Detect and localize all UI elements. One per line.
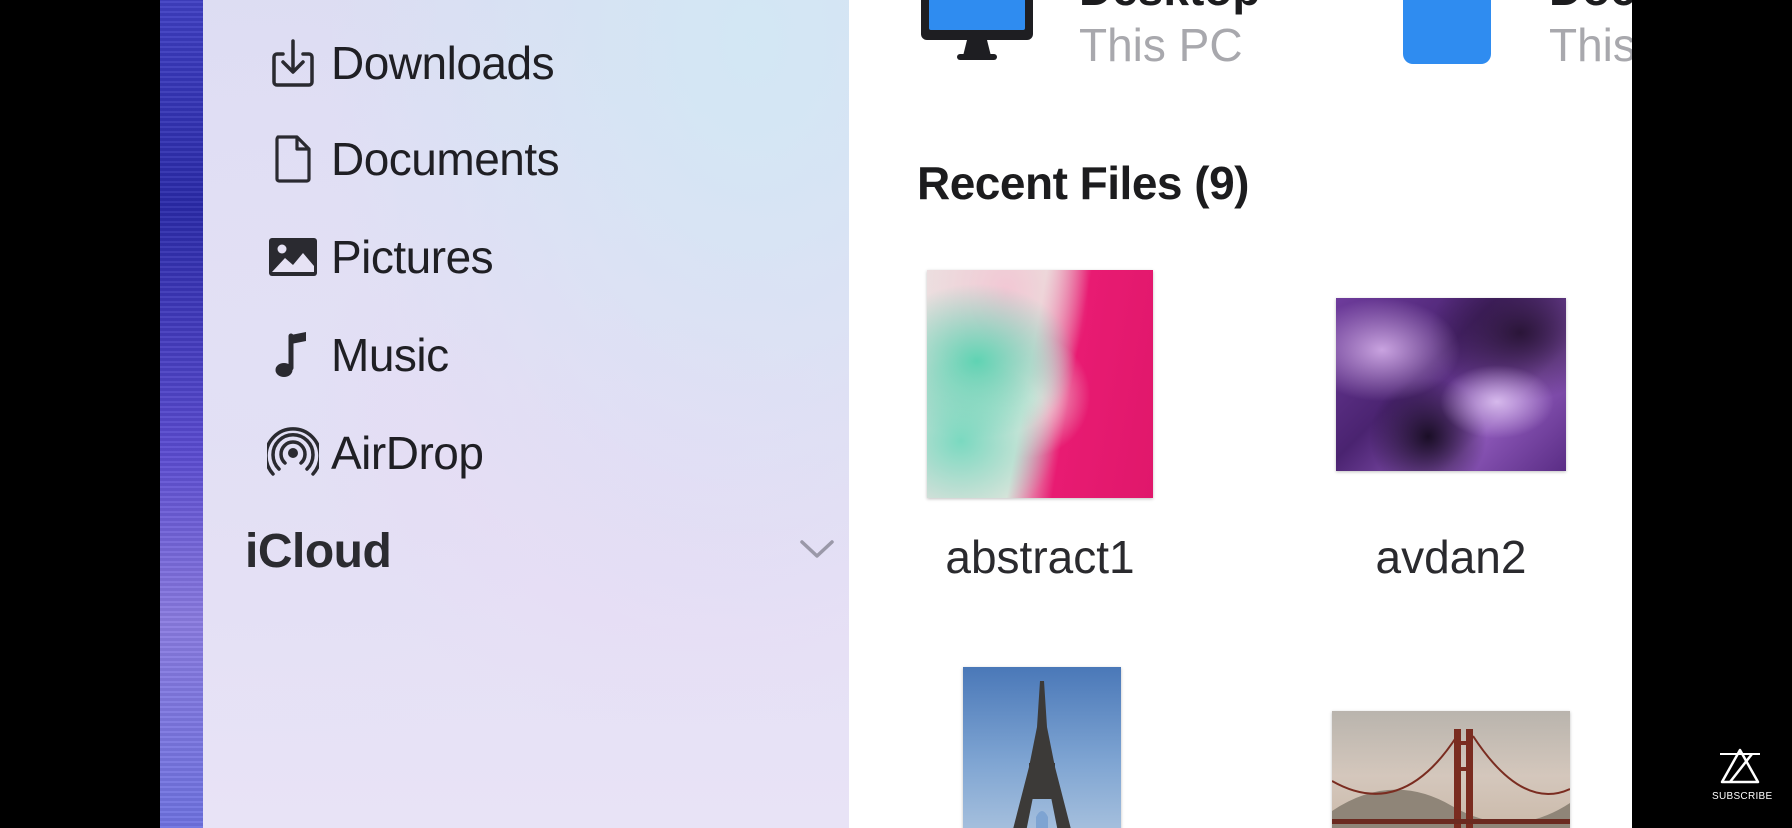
sidebar-item-label: Pictures <box>331 231 494 283</box>
subscribe-watermark[interactable]: SUBSCRIBE <box>1712 748 1773 808</box>
file-tile[interactable]: abstract1 <box>927 270 1187 590</box>
thumbnail-image <box>963 667 1121 828</box>
sidebar-item-documents[interactable]: Documents <box>265 124 560 194</box>
channel-logo-icon <box>1720 748 1760 784</box>
location-documents[interactable]: Documents This PC <box>1403 0 1632 80</box>
file-name: abstract1 <box>945 531 1135 583</box>
sidebar-item-label: Music <box>331 329 449 381</box>
sidebar-item-downloads[interactable]: Downloads <box>265 28 555 98</box>
location-desktop[interactable]: Desktop This PC <box>919 0 1319 80</box>
photo-icon <box>265 229 321 285</box>
wallpaper-strip <box>160 0 203 828</box>
eiffel-tower-icon <box>1013 681 1071 828</box>
sidebar-item-pictures[interactable]: Pictures <box>265 222 494 292</box>
location-name: Desktop <box>1079 0 1260 16</box>
thumbnail-image <box>1332 711 1570 828</box>
file-tile[interactable] <box>963 667 1123 828</box>
folder-icon <box>1403 0 1491 73</box>
icloud-section-header[interactable]: iCloud <box>245 516 835 586</box>
chevron-down-icon[interactable] <box>799 538 835 565</box>
icloud-title: iCloud <box>245 524 392 578</box>
screen: Downloads Documents Pictures Music AirDr… <box>0 0 1792 828</box>
location-subtitle: This PC <box>1549 19 1632 71</box>
recent-files-title: Recent Files (9) <box>917 157 1250 209</box>
main-content: Desktop This PC Documents This PC Recent… <box>849 0 1632 828</box>
sidebar-item-label: AirDrop <box>331 427 484 479</box>
sidebar-item-music[interactable]: Music <box>265 320 449 390</box>
airdrop-icon <box>265 425 321 481</box>
location-name: Documents <box>1549 0 1632 16</box>
file-name: avdan2 <box>1375 531 1527 583</box>
location-subtitle: This PC <box>1079 19 1243 71</box>
sidebar: Downloads Documents Pictures Music AirDr… <box>203 0 849 828</box>
sidebar-item-label: Downloads <box>331 37 555 89</box>
music-note-icon <box>265 327 321 383</box>
file-tile[interactable] <box>1332 711 1572 828</box>
download-icon <box>265 35 321 91</box>
thumbnail-image <box>927 270 1153 498</box>
file-tile[interactable]: avdan2 <box>1336 298 1576 598</box>
sidebar-item-airdrop[interactable]: AirDrop <box>265 418 484 488</box>
subscribe-label: SUBSCRIBE <box>1712 791 1773 802</box>
bridge-icon <box>1332 729 1570 828</box>
desktop-monitor-icon <box>919 0 1035 75</box>
sidebar-item-label: Documents <box>331 133 560 185</box>
document-icon <box>265 131 321 187</box>
thumbnail-image <box>1336 298 1566 471</box>
